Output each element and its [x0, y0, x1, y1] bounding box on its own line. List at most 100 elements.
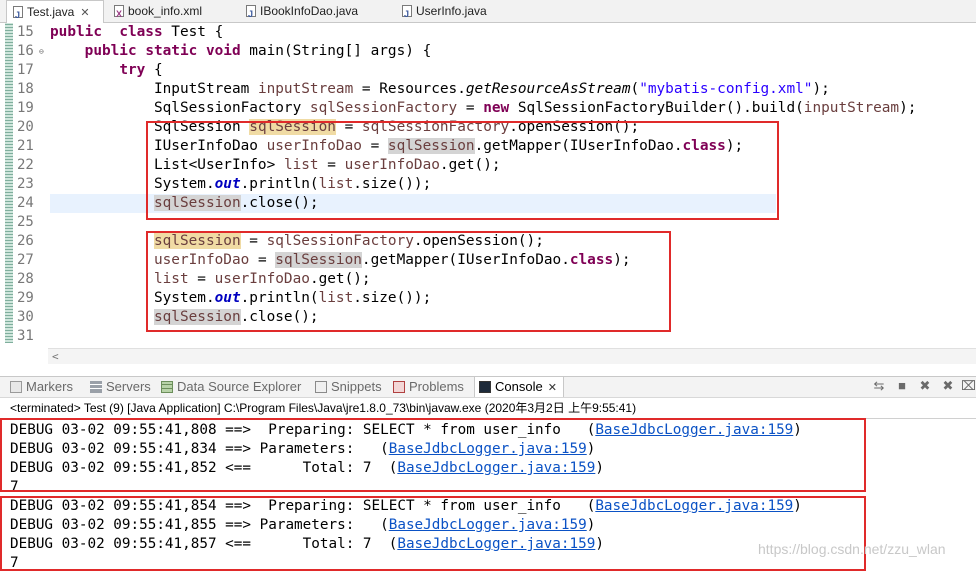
line-number: 31	[17, 328, 34, 344]
line-number: 25	[17, 214, 34, 230]
tab-label: Data Source Explorer	[177, 379, 302, 394]
close-icon[interactable]: ✕	[548, 382, 557, 394]
remove-all-terminated-icon[interactable]: ✖	[941, 379, 955, 393]
code-line: 15 public class Test {	[0, 23, 976, 42]
code-text: try {	[50, 61, 163, 80]
xml-file-icon	[114, 3, 124, 25]
line-number: 23	[17, 176, 34, 192]
problems-icon	[393, 381, 405, 393]
watermark-text: https://blog.csdn.net/zzu_wlan	[758, 541, 946, 557]
code-token: (	[630, 81, 640, 97]
code-token: try	[119, 62, 146, 78]
tab-label: Snippets	[331, 379, 382, 394]
clear-console-icon[interactable]: ⌧	[961, 379, 976, 393]
data-source-explorer-icon	[161, 381, 173, 393]
line-number: 24	[17, 195, 34, 211]
code-line: 19 SqlSessionFactory sqlSessionFactory =…	[0, 99, 976, 118]
line-number: 30	[17, 309, 34, 325]
tab-label: Problems	[409, 379, 464, 394]
code-line: 16 ⊖ public static void main(String[] arg…	[0, 42, 976, 61]
java-file-icon	[13, 4, 23, 26]
code-token: public	[84, 43, 137, 59]
tab-label: Console	[495, 379, 543, 394]
tab-label: Test.java	[27, 5, 75, 19]
tab-book-info-xml[interactable]: book_info.xml	[108, 0, 203, 25]
line-number: 27	[17, 252, 34, 268]
code-token: static	[145, 43, 198, 59]
code-token: new	[483, 100, 510, 116]
code-token: "mybatis-config.xml"	[639, 81, 813, 97]
tab-label: Markers	[26, 379, 73, 394]
snippets-icon	[315, 381, 327, 393]
views-tab-bar: Markers Servers Data Source Explorer Sni…	[0, 376, 976, 398]
tab-problems[interactable]: Problems	[393, 377, 464, 397]
servers-icon	[90, 381, 102, 393]
line-number: 29	[17, 290, 34, 306]
code-line: 18 InputStream inputStream = Resources.g…	[0, 80, 976, 99]
code-text: InputStream inputStream = Resources.getR…	[50, 80, 830, 99]
tab-markers[interactable]: Markers	[10, 377, 73, 397]
java-file-icon	[402, 3, 412, 25]
tab-snippets[interactable]: Snippets	[315, 377, 382, 397]
code-token: inputStream	[803, 100, 900, 116]
highlight-box-first-output	[0, 418, 866, 492]
remove-launch-icon[interactable]: ✖	[918, 379, 932, 393]
tab-ibookinfodao-java[interactable]: IBookInfoDao.java	[240, 0, 358, 25]
line-number: 19	[17, 100, 34, 116]
code-token: = Resources.	[353, 81, 466, 97]
code-token: inputStream	[257, 81, 354, 97]
highlight-box-second-output	[0, 496, 866, 571]
code-token: public	[50, 24, 102, 40]
tab-data-source-explorer[interactable]: Data Source Explorer	[161, 377, 301, 397]
code-text: public class Test {	[50, 23, 223, 42]
fold-toggle-icon[interactable]: ⊖	[39, 48, 46, 56]
scroll-left-icon[interactable]: <	[52, 349, 59, 364]
tab-label: UserInfo.java	[416, 4, 487, 18]
java-file-icon	[246, 3, 256, 25]
horizontal-scrollbar[interactable]: <	[48, 348, 976, 364]
tab-servers[interactable]: Servers	[90, 377, 151, 397]
code-token: );	[899, 100, 917, 116]
tab-console[interactable]: Console ✕	[474, 377, 564, 397]
line-number: 17	[17, 62, 34, 78]
terminate-icon[interactable]: ■	[895, 379, 909, 393]
line-number: 16	[17, 43, 34, 59]
code-editor[interactable]: 15 public class Test { 16 ⊖ public static v…	[0, 23, 976, 368]
line-number: 21	[17, 138, 34, 154]
code-token: {	[145, 62, 163, 78]
code-token: SqlSessionFactoryBuilder().build(	[509, 100, 804, 116]
line-number: 20	[17, 119, 34, 135]
tab-test-java[interactable]: Test.java ✕	[6, 0, 104, 26]
code-token: Test {	[162, 24, 224, 40]
highlight-box-second-session	[146, 231, 671, 332]
editor-tab-bar: Test.java ✕ book_info.xml IBookInfoDao.ja…	[0, 0, 976, 26]
code-token: =	[457, 100, 484, 116]
code-token: void	[205, 43, 241, 59]
code-token: InputStream	[50, 81, 258, 97]
code-token: sqlSessionFactory	[309, 100, 458, 116]
code-line: 17 try {	[0, 61, 976, 80]
close-icon[interactable]: ✕	[80, 2, 89, 24]
line-number: 28	[17, 271, 34, 287]
tab-label: book_info.xml	[128, 4, 203, 18]
line-number: 26	[17, 233, 34, 249]
link-icon[interactable]: ⇆	[872, 379, 886, 393]
code-token: class	[119, 24, 163, 40]
line-number: 18	[17, 81, 34, 97]
code-token: getResourceAsStream	[465, 81, 631, 97]
line-number: 22	[17, 157, 34, 173]
code-token: SqlSessionFactory	[50, 100, 310, 116]
line-number: 15	[17, 24, 34, 40]
tab-userinfo-java[interactable]: UserInfo.java	[396, 0, 487, 25]
code-token: main(String[] args) {	[240, 43, 432, 59]
highlight-box-first-session	[146, 121, 779, 220]
